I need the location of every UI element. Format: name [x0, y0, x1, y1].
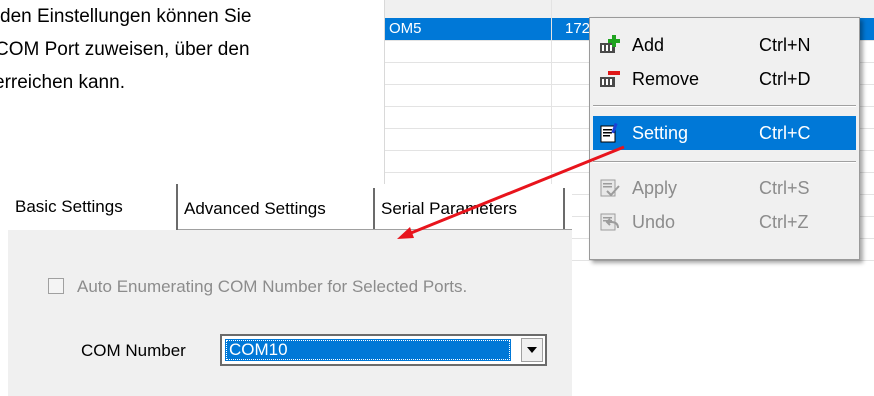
- menu-item-apply[interactable]: Apply Ctrl+S: [593, 171, 856, 205]
- com-number-label: COM Number: [81, 341, 186, 360]
- com-number-select[interactable]: COM10: [220, 334, 547, 366]
- tab-basic-settings[interactable]: Basic Settings: [8, 184, 178, 230]
- menu-item-remove[interactable]: Remove Ctrl+D: [593, 62, 856, 96]
- menu-item-label: Add: [632, 35, 665, 55]
- menu-item-label: Apply: [632, 178, 678, 198]
- intro-line-3: erreichen kann.: [0, 72, 125, 93]
- auto-enumerate-checkbox[interactable]: [48, 278, 64, 294]
- com-number-value-box: COM10: [225, 339, 511, 361]
- chevron-down-icon[interactable]: [521, 338, 543, 362]
- add-port-icon: [598, 34, 622, 56]
- auto-enumerate-label: Auto Enumerating COM Number for Selected…: [77, 277, 468, 296]
- menu-separator: [593, 105, 856, 107]
- tab-bar: Basic Settings Advanced Settings Serial …: [8, 184, 572, 230]
- tab-advanced-settings[interactable]: Advanced Settings: [178, 188, 375, 230]
- menu-item-label: Setting: [632, 123, 689, 143]
- menu-item-add[interactable]: Add Ctrl+N: [593, 28, 856, 62]
- port-cell: OM5: [389, 20, 422, 37]
- context-menu: Add Ctrl+N Remove Ctrl+D Setting Ctrl+C …: [589, 17, 860, 260]
- setting-icon: [598, 122, 622, 144]
- menu-separator: [593, 161, 856, 163]
- menu-item-shortcut: Ctrl+Z: [759, 212, 809, 232]
- menu-item-label: Remove: [632, 69, 700, 89]
- menu-item-shortcut: Ctrl+S: [759, 178, 810, 198]
- intro-paragraph: den Einstellungen können Sie COM Port zu…: [0, 0, 380, 110]
- tab-bar-baseline: [178, 229, 572, 230]
- menu-item-undo[interactable]: Undo Ctrl+Z: [593, 205, 856, 239]
- tab-serial-parameters[interactable]: Serial Parameters: [375, 188, 565, 230]
- remove-port-icon: [598, 68, 622, 90]
- menu-item-shortcut: Ctrl+D: [759, 69, 811, 89]
- menu-item-shortcut: Ctrl+N: [759, 35, 811, 55]
- intro-line-1: den Einstellungen können Sie: [0, 6, 252, 27]
- intro-line-2: COM Port zuweisen, über den: [0, 39, 250, 60]
- ip-cell: 172: [565, 20, 591, 37]
- menu-item-label: Undo: [632, 212, 676, 232]
- apply-icon: [598, 177, 622, 199]
- settings-dialog: Basic Settings Advanced Settings Serial …: [8, 184, 572, 396]
- menu-item-shortcut: Ctrl+C: [759, 123, 811, 143]
- undo-icon: [598, 211, 622, 233]
- com-number-value: COM10: [229, 340, 288, 359]
- menu-item-setting[interactable]: Setting Ctrl+C: [593, 116, 856, 150]
